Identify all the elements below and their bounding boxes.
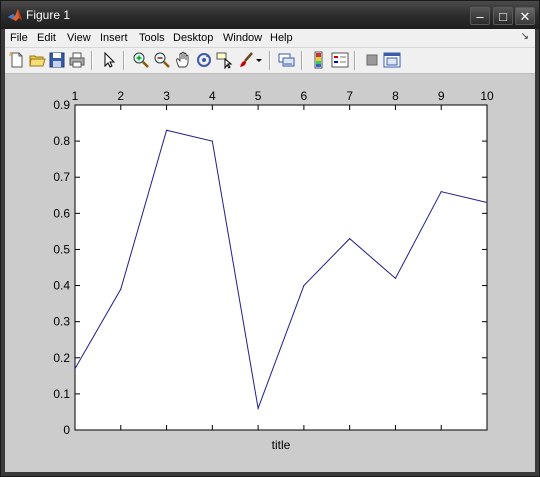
open-file-icon[interactable] xyxy=(28,51,46,69)
x-tick-label: 7 xyxy=(346,89,353,103)
zoom-in-icon[interactable] xyxy=(132,51,150,69)
figure-window: Figure 1 – □ ✕ File Edit View Insert Too… xyxy=(0,0,540,477)
data-point xyxy=(486,201,488,204)
data-point xyxy=(74,368,76,370)
toolbar-separator xyxy=(91,51,93,70)
data-point xyxy=(394,277,397,279)
figure-toolbar xyxy=(5,48,535,74)
x-tick-label: 2 xyxy=(117,89,124,103)
y-tick-label: 0 xyxy=(63,423,70,437)
y-tick-label: 0.1 xyxy=(53,387,70,401)
window-title: Figure 1 xyxy=(26,8,71,22)
data-point xyxy=(303,284,305,287)
x-tick-label: 4 xyxy=(209,89,216,103)
menu-file[interactable]: File xyxy=(10,31,28,45)
menu-bar: File Edit View Insert Tools Desktop Wind… xyxy=(5,29,535,48)
zoom-out-icon[interactable] xyxy=(153,51,171,69)
data-point xyxy=(349,238,351,240)
menu-help[interactable]: Help xyxy=(270,31,293,45)
y-tick-label: 0.5 xyxy=(53,242,70,256)
menu-insert[interactable]: Insert xyxy=(100,31,128,45)
data-point xyxy=(211,140,213,142)
axes-box xyxy=(74,104,488,431)
figure-canvas: 1 2 3 4 5 6 7 8 9 10 0 0.1 0.2 0.3 0.4 0.5 0.6 0.7 0.8 0.9 t… xyxy=(5,74,535,472)
toolbar-separator xyxy=(123,51,125,70)
menu-view[interactable]: View xyxy=(67,31,91,45)
y-tick-label: 0.9 xyxy=(53,98,70,112)
x-tick-label: 3 xyxy=(163,89,170,103)
show-plot-tools-icon[interactable] xyxy=(383,51,401,69)
dock-arrow-icon[interactable]: ↘ xyxy=(521,31,529,42)
y-tick-label: 0.4 xyxy=(53,279,70,293)
data-point xyxy=(165,129,168,131)
x-axis-label: title xyxy=(272,438,291,452)
menu-desktop[interactable]: Desktop xyxy=(173,31,213,45)
hide-plot-tools-icon[interactable] xyxy=(363,51,381,69)
pan-hand-icon[interactable] xyxy=(174,51,192,69)
minimize-button[interactable]: – xyxy=(470,7,490,25)
y-tick-label: 0.7 xyxy=(53,170,70,184)
print-icon[interactable] xyxy=(68,51,86,69)
x-tick-label: 8 xyxy=(392,89,399,103)
toolbar-separator xyxy=(354,51,356,70)
figure-client-area: File Edit View Insert Tools Desktop Wind… xyxy=(5,29,535,472)
x-tick-label: 6 xyxy=(301,89,308,103)
data-cursor-icon[interactable] xyxy=(216,51,234,69)
data-point xyxy=(440,191,442,193)
link-plot-icon[interactable] xyxy=(278,51,296,69)
toolbar-separator xyxy=(269,51,271,70)
rotate-3d-icon[interactable] xyxy=(195,51,213,69)
data-point xyxy=(120,288,122,290)
title-bar[interactable]: Figure 1 – □ ✕ xyxy=(1,1,539,29)
matlab-logo-icon xyxy=(7,7,23,23)
x-tick-label: 1 xyxy=(72,89,79,103)
menu-edit[interactable]: Edit xyxy=(37,31,56,45)
x-tick-label: 10 xyxy=(480,89,494,103)
maximize-button[interactable]: □ xyxy=(493,7,513,25)
legend-icon[interactable] xyxy=(331,51,349,69)
menu-window[interactable]: Window xyxy=(223,31,262,45)
colorbar-icon[interactable] xyxy=(310,51,328,69)
x-tick-label: 9 xyxy=(438,89,445,103)
save-icon[interactable] xyxy=(48,51,66,69)
brush-dropdown-arrow-icon[interactable] xyxy=(255,51,263,69)
y-tick-label: 0.3 xyxy=(53,315,70,329)
toolbar-separator xyxy=(301,51,303,70)
menu-tools[interactable]: Tools xyxy=(139,31,165,45)
line-plot: 1 2 3 4 5 6 7 8 9 10 0 0.1 0.2 0.3 0.4 0.5 0.6 0.7 0.8 0.9 t… xyxy=(53,89,494,452)
new-figure-icon[interactable] xyxy=(8,51,26,69)
close-button[interactable]: ✕ xyxy=(515,7,535,25)
data-point xyxy=(257,407,259,409)
brush-icon[interactable] xyxy=(237,51,255,69)
y-tick-label: 0.8 xyxy=(53,134,70,148)
y-tick-label: 0.2 xyxy=(53,351,70,365)
y-tick-label: 0.6 xyxy=(53,206,70,220)
x-tick-label: 5 xyxy=(255,89,262,103)
edit-plot-arrow-icon[interactable] xyxy=(100,51,118,69)
